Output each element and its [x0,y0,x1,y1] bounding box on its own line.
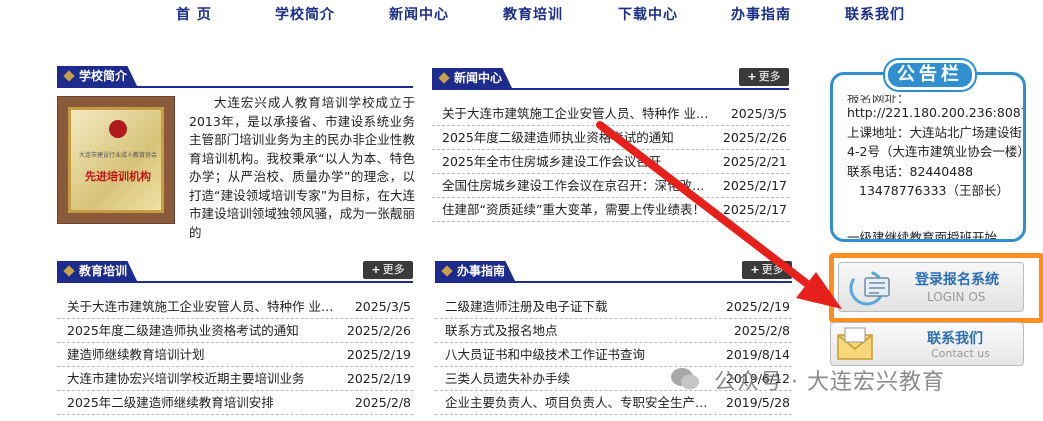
nav-guide[interactable]: 办事指南 [731,4,791,24]
notice-url[interactable]: http://221.180.200.236:8087/ [847,103,1023,123]
intro-text: 大连宏兴成人教育培训学校成立于2013年，是以承接省、市建设系统业务主管部门培训… [189,95,415,240]
award-plaque: 大连市建设行业成人教育协会 先进培训机构 [68,107,164,213]
notice-line: 联系电话：82440488 [847,163,974,179]
list-item[interactable]: 联系方式及报名地点 2025/2/8 [435,319,792,343]
login-sublabel: LOGIN OS [927,290,986,304]
school-photo[interactable]: 大连市建设行业成人教育协会 先进培训机构 [57,96,175,224]
notice-line: 上课地址：大连站北广场建设街4-2号（大连市建筑业协会一楼） [847,124,1026,160]
nav-home[interactable]: 首 页 [176,4,212,24]
list-item[interactable]: 全国住房城乡建设工作会议在京召开：深化改革... 2025/2/17 [432,174,789,198]
nav-training[interactable]: 教育培训 [503,4,563,24]
list-item[interactable]: 住建部“资质延续”重大变革，需要上传业绩表！ 2025/2/17 [432,198,789,222]
news-more-button[interactable]: + 更多 [739,68,789,86]
notice-line: 13478776333（王部长） [859,183,1009,198]
plaque-title: 先进培训机构 [85,170,151,183]
list-item[interactable]: 2025年二级建造师继续教育培训安排 2025/2/8 [57,391,413,415]
news-title[interactable]: 新闻中心 [432,68,513,88]
page: 首 页 学校简介 新闻中心 教育培训 下载中心 办事指南 联系我们 学校简介 大… [0,0,1043,421]
emblem-icon [109,120,127,138]
list-item[interactable]: 关于大连市建筑施工企业安管人员、特种作 业人... 2025/3/5 [57,295,413,319]
guide-header: 办事指南 + 更多 [435,261,792,283]
list-item[interactable]: 2025年度二级建造师执业资格考试的通知 2025/2/26 [432,126,789,150]
notice-line: 报名网址： [847,95,910,103]
watermark-text: 公众号 · 大连宏兴教育 [714,370,945,395]
news-header: 新闻中心 + 更多 [432,68,789,90]
nav-download[interactable]: 下载中心 [618,4,678,24]
mail-icon [837,327,873,360]
list-item[interactable]: 建造师继续教育培训计划 2025/2/19 [57,343,413,367]
list-item[interactable]: 关于大连市建筑施工企业安管人员、特种作 业人... 2025/3/5 [432,102,789,126]
nav-news[interactable]: 新闻中心 [389,4,449,24]
plaque-subtitle: 大连市建设行业成人教育协会 [78,152,157,159]
login-registration-button[interactable]: 登录报名系统 LOGIN OS [838,262,1024,312]
contact-us-button[interactable]: 联系我们 Contact us [830,322,1024,366]
training-section: 教育培训 + 更多 关于大连市建筑施工企业安管人员、特种作 业人... 2025/3… [57,261,413,421]
login-system-icon [849,270,890,306]
training-more-label: 更多 [382,263,405,276]
notice-board: 报名网址： http://221.180.200.236:8087/ 上课地址：… [830,72,1026,242]
intro-title[interactable]: 学校简介 [57,66,138,86]
news-section: 新闻中心 + 更多 关于大连市建筑施工企业安管人员、特种作 业人... 2025/3… [432,68,789,228]
nav-contact[interactable]: 联系我们 [845,4,905,24]
login-label: 登录报名系统 [915,272,999,288]
notice-title: 公告栏 [885,60,975,90]
training-more-button[interactable]: + 更多 [363,261,413,279]
training-title[interactable]: 教育培训 [57,261,138,281]
news-more-label: 更多 [758,70,781,83]
list-item[interactable]: 2025年度二级建造师执业资格考试的通知 2025/2/26 [57,319,413,343]
watermark: 公众号 · 大连宏兴教育 [670,364,1015,396]
list-item[interactable]: 2025年全市住房城乡建设工作会议召开 2025/2/21 [432,150,789,174]
list-item[interactable]: 大连市建协宏兴培训学校近期主要培训业务 2025/2/19 [57,367,413,391]
guide-title[interactable]: 办事指南 [435,261,516,281]
contact-sublabel: Contact us [931,347,990,360]
top-nav: 首 页 学校简介 新闻中心 教育培训 下载中心 办事指南 联系我们 [0,0,1043,28]
notice-body: 报名网址： http://221.180.200.236:8087/ 上课地址：… [847,95,1026,201]
wechat-icon [671,368,699,390]
nav-school-intro[interactable]: 学校简介 [275,4,335,24]
guide-more-label: 更多 [761,263,784,276]
notice-footer: 一级建继续教育面授班开始 [847,230,998,242]
intro-section: 学校简介 大连市建设行业成人教育协会 先进培训机构 大连宏兴成人教育培训学校成立… [57,66,415,240]
guide-section: 办事指南 + 更多 二级建造师注册及电子证下载 2025/2/19 联系方式及报名地… [435,261,792,421]
training-header: 教育培训 + 更多 [57,261,413,283]
list-item[interactable]: 二级建造师注册及电子证下载 2025/2/19 [435,295,792,319]
contact-label: 联系我们 [927,331,983,347]
guide-more-button[interactable]: + 更多 [742,261,792,279]
intro-header: 学校简介 [57,66,413,88]
